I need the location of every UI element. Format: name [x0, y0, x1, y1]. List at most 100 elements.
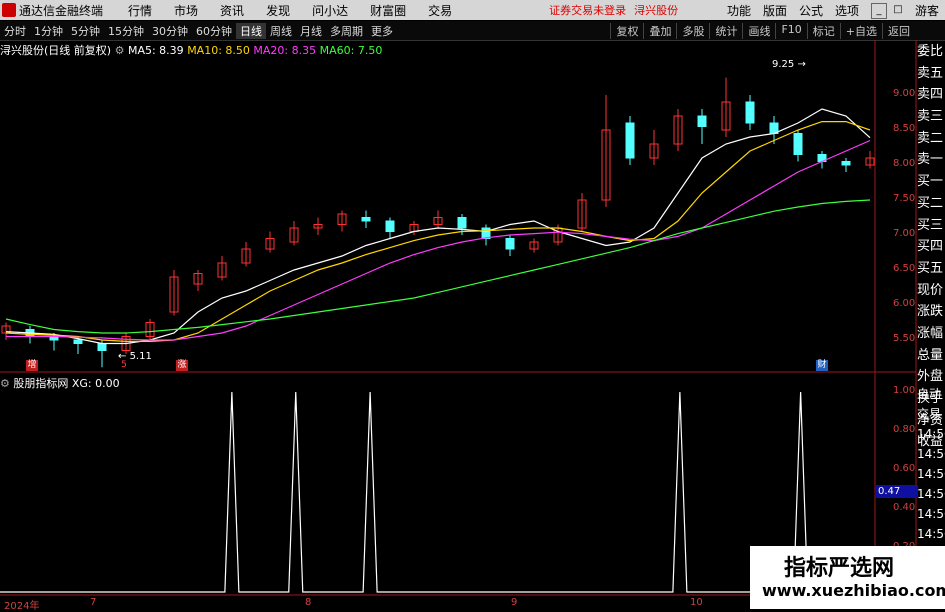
period-timeshare[interactable]: 分时 [0, 23, 30, 39]
tag-increase[interactable]: 增 [26, 360, 38, 371]
period-more[interactable]: 更多 [367, 23, 397, 39]
candle-body [793, 133, 803, 155]
trade-label: 14:56 [917, 527, 945, 541]
login-notice[interactable]: 证券交易未登录 [549, 2, 626, 18]
maximize-icon[interactable]: □ [891, 3, 905, 17]
tag-five[interactable]: 5 [118, 360, 130, 371]
menu-function[interactable]: 功能 [727, 2, 751, 19]
tool-add-watchlist[interactable]: +自选 [839, 22, 882, 39]
period-multi[interactable]: 多周期 [326, 23, 367, 39]
period-30min[interactable]: 30分钟 [148, 23, 192, 39]
menu-item-wealth[interactable]: 财富圈 [370, 2, 406, 19]
quote-label: 涨跌 [917, 304, 944, 320]
right-menu: 功能 版面 公式 选项 [721, 2, 865, 19]
period-1min[interactable]: 1分钟 [30, 23, 67, 39]
x-tick-label: 7 [90, 597, 97, 608]
watermark: 指标严选网 www.xuezhibiao.com [750, 546, 945, 609]
ma60-value: MA60: 7.50 [319, 44, 383, 57]
candle-body [505, 238, 515, 250]
quote-label: 卖一 [917, 152, 944, 168]
menu-item-market[interactable]: 行情 [128, 2, 152, 19]
period-15min[interactable]: 15分钟 [104, 23, 148, 39]
trade-label: 自动 [917, 387, 942, 401]
y-tick-label: 5.50 [893, 333, 916, 344]
ma5-value: MA5: 8.39 [127, 44, 184, 57]
indicator-tick-label: 0.40 [893, 502, 916, 513]
menu-item-markets[interactable]: 市场 [174, 2, 198, 19]
period-daily[interactable]: 日线 [236, 22, 266, 39]
period-weekly[interactable]: 周线 [266, 23, 296, 39]
quote-label: 卖四 [917, 87, 944, 103]
candle-body [625, 122, 635, 159]
menu-item-news[interactable]: 资讯 [220, 2, 244, 19]
trade-label: 14:56 [917, 447, 945, 461]
quote-label: 买二 [917, 195, 944, 211]
chart-tools: 复权 叠加 多股 统计 画线 F10 标记 +自选 返回 [610, 22, 915, 39]
tool-overlay[interactable]: 叠加 [643, 22, 676, 39]
y-tick-label: 8.50 [893, 123, 916, 134]
indicator-tick-label: 1.00 [893, 385, 916, 396]
y-tick-label: 6.00 [893, 298, 916, 309]
tool-back[interactable]: 返回 [882, 22, 915, 39]
quote-label: 卖三 [917, 109, 944, 125]
tool-multi-stock[interactable]: 多股 [676, 22, 709, 39]
app-title: 通达信金融终端 [19, 3, 104, 18]
kline-chart[interactable] [0, 40, 945, 609]
candle-body [385, 220, 395, 232]
menu-formula[interactable]: 公式 [799, 2, 823, 19]
current-stock-name: 浔兴股份 [634, 4, 679, 17]
tag-finance[interactable]: 财 [816, 360, 828, 371]
period-monthly[interactable]: 月线 [296, 23, 326, 39]
minimize-icon[interactable]: _ [871, 3, 887, 19]
candle-body [97, 343, 107, 351]
trade-label: 14:56 [917, 487, 945, 501]
y-tick-label: 7.00 [893, 228, 916, 239]
menu-item-ask[interactable]: 问小达 [312, 2, 348, 19]
quote-label: 买五 [917, 260, 944, 276]
x-tick-label: 8 [305, 597, 312, 608]
tool-f10[interactable]: F10 [775, 22, 806, 39]
trade-label: 交易 [917, 407, 942, 421]
candle-body [457, 217, 467, 229]
x-tick-label: 2024年 [4, 601, 40, 612]
candle-body [841, 161, 851, 166]
quote-label: 卖二 [917, 130, 944, 146]
candle-body [745, 101, 755, 124]
indicator-settings-icon[interactable]: ⚙ [0, 377, 10, 390]
settings-icon[interactable]: ⚙ [115, 44, 125, 57]
quote-label: 委比 [917, 44, 944, 59]
ma20-value: MA20: 8.35 [253, 44, 317, 57]
xg-indicator-line [0, 391, 875, 593]
y-tick-label: 9.00 [893, 88, 916, 99]
period-toolbar: 分时 1分钟 5分钟 15分钟 30分钟 60分钟 日线 周线 月线 多周期 更… [0, 21, 945, 41]
candle-body [361, 217, 371, 222]
quote-label: 买四 [917, 239, 944, 255]
menu-item-trade[interactable]: 交易 [428, 2, 452, 19]
guest-label[interactable]: 游客 [915, 2, 939, 19]
x-tick-label: 10 [690, 597, 703, 608]
menu-item-discover[interactable]: 发现 [266, 2, 290, 19]
period-60min[interactable]: 60分钟 [192, 23, 236, 39]
tag-rise[interactable]: 涨 [176, 360, 188, 371]
trade-label: 14:56 [917, 507, 945, 521]
candle-body [73, 339, 83, 344]
tool-mark[interactable]: 标记 [806, 22, 840, 39]
menu-options[interactable]: 选项 [835, 2, 859, 19]
tool-draw[interactable]: 画线 [742, 22, 775, 39]
chart-info-bar: 浔兴股份(日线 前复权) ⚙ MA5: 8.39 MA10: 8.50 MA20… [0, 42, 382, 58]
tool-restore-rights[interactable]: 复权 [610, 22, 643, 39]
quote-label: 现价 [917, 282, 944, 298]
stock-title: 浔兴股份(日线 前复权) [0, 44, 112, 57]
ma-line-ma20 [6, 139, 871, 341]
candle-body [697, 115, 707, 127]
watermark-url: www.xuezhibiao.com [762, 581, 945, 600]
indicator-current-value: 0.47 [876, 485, 918, 498]
high-marker: 9.25 → [772, 59, 806, 70]
indicator-info: ⚙ 股朋指标网 XG: 0.00 [0, 375, 120, 391]
x-tick-label: 9 [511, 597, 518, 608]
ma-line-ma10 [5, 120, 871, 342]
period-5min[interactable]: 5分钟 [67, 23, 104, 39]
y-tick-label: 8.00 [893, 158, 916, 169]
menu-layout[interactable]: 版面 [763, 2, 787, 19]
tool-statistics[interactable]: 统计 [709, 22, 742, 39]
